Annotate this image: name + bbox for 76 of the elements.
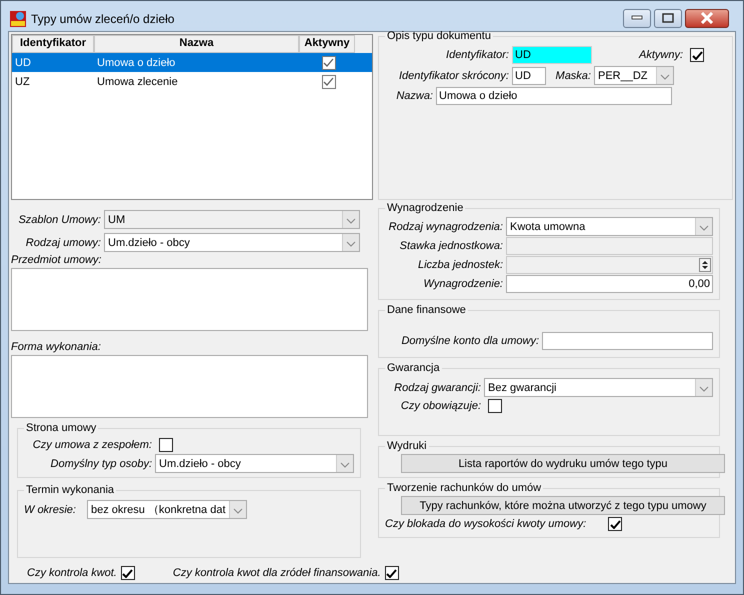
field-label: Aktywny: <box>638 49 683 61</box>
checkbox[interactable] <box>322 56 336 70</box>
field-label: Szablon Umowy: <box>17 214 101 226</box>
maximize-button[interactable] <box>654 8 682 28</box>
window-title: Typy umów zleceń/o dzieło <box>31 12 174 26</box>
field-label: Czy obowiązuje: <box>400 400 481 412</box>
input-field[interactable]: 0,00 <box>506 275 713 293</box>
caret-icon <box>229 501 246 518</box>
dropdown[interactable]: Um.dzieło - obcy <box>155 454 354 473</box>
field-label: Domyślny typ osoby: <box>50 458 152 470</box>
minimize-button[interactable] <box>623 8 651 28</box>
dropdown[interactable]: PER__DZ <box>594 66 674 85</box>
input-field[interactable]: Umowa o dzieło <box>436 87 672 105</box>
table-cell-text: Umowa zlecenie <box>96 76 179 88</box>
caret-icon <box>695 379 712 396</box>
column-header[interactable]: Nazwa <box>94 35 299 53</box>
table-row[interactable]: UD Umowa o dzieło <box>12 53 372 72</box>
dropdown[interactable]: Um.dzieło - obcy <box>104 233 360 252</box>
field-label: Identyfikator: <box>445 49 509 61</box>
input-field[interactable]: UD <box>512 46 592 64</box>
field-label: Rodzaj umowy: <box>24 236 101 248</box>
field-label: Maska: <box>554 70 591 82</box>
app-icon <box>10 11 26 27</box>
caret-icon <box>695 218 712 235</box>
maximize-icon <box>662 13 674 23</box>
field-label: Czy umowa z zespołem: <box>32 439 152 451</box>
input-field[interactable] <box>542 332 713 350</box>
caret-icon <box>342 234 359 251</box>
field-label: W okresie: <box>24 504 77 516</box>
group-title: Dane finansowe <box>386 304 467 316</box>
field-label: Liczba jednostek: <box>417 259 503 271</box>
field-label: Stawka jednostkowa: <box>398 240 503 252</box>
caret-icon <box>336 455 353 472</box>
reports-button[interactable]: Lista raportów do wydruku umów tego typu <box>401 454 725 473</box>
bill-types-button[interactable]: Typy rachunków, które można utworzyć z tego typu umowy <box>401 496 725 515</box>
group-title: Termin wykonania <box>25 484 116 496</box>
field-label: Forma wykonania: <box>11 341 102 353</box>
group-title: Wydruki <box>386 440 428 452</box>
field-label: Przedmiot umowy: <box>11 254 102 266</box>
field-label: Domyślne konto dla umowy: <box>400 335 539 347</box>
column-header[interactable]: Identyfikator <box>12 35 94 53</box>
checkbox[interactable] <box>384 566 399 580</box>
checkbox[interactable] <box>120 566 135 580</box>
checkbox[interactable] <box>690 48 704 62</box>
field-label: Wynagrodzenie: <box>422 278 503 290</box>
group-title: Wynagrodzenie <box>386 202 464 214</box>
table-cell-text: UD <box>14 56 32 68</box>
spinner-icon <box>699 258 711 272</box>
field-label: Czy blokada do wysokości kwoty umowy: <box>385 518 588 530</box>
table-row[interactable]: UZ Umowa zlecenie <box>12 72 372 91</box>
table-cell-text: Umowa o dzieło <box>96 56 176 68</box>
group-title: Tworzenie rachunków do umów <box>386 482 542 494</box>
input-field[interactable]: UD <box>512 66 546 84</box>
column-header[interactable]: Aktywny <box>299 35 355 53</box>
field-label: Identyfikator skrócony: <box>398 70 509 82</box>
caret-icon <box>342 211 359 228</box>
checkbox[interactable] <box>488 399 502 413</box>
dropdown[interactable]: bez okresu （konkretna dat <box>87 500 247 519</box>
field-label: Nazwa: <box>395 90 433 102</box>
close-button[interactable] <box>685 8 729 28</box>
field-label: Czy kontrola kwot. <box>27 567 117 579</box>
checkbox[interactable] <box>159 438 173 452</box>
field-label: Czy kontrola kwot dla zródeł finansowania. <box>172 567 381 579</box>
table-cell-text: UZ <box>14 76 31 88</box>
minimize-icon <box>631 15 643 21</box>
field-label: Rodzaj wynagrodzenia: <box>388 220 503 232</box>
group-title: Opis typu dokumentu <box>386 30 492 42</box>
checkbox[interactable] <box>322 74 336 88</box>
close-icon <box>700 12 714 24</box>
dropdown[interactable]: Bez gwarancji <box>484 378 713 397</box>
checkbox[interactable] <box>608 517 622 531</box>
field-label: Rodzaj gwarancji: <box>393 382 481 394</box>
caret-icon <box>656 67 673 84</box>
dropdown[interactable]: Kwota umowna <box>506 217 713 236</box>
group-title: Strona umowy <box>25 422 98 434</box>
group-title: Gwarancja <box>386 362 441 374</box>
